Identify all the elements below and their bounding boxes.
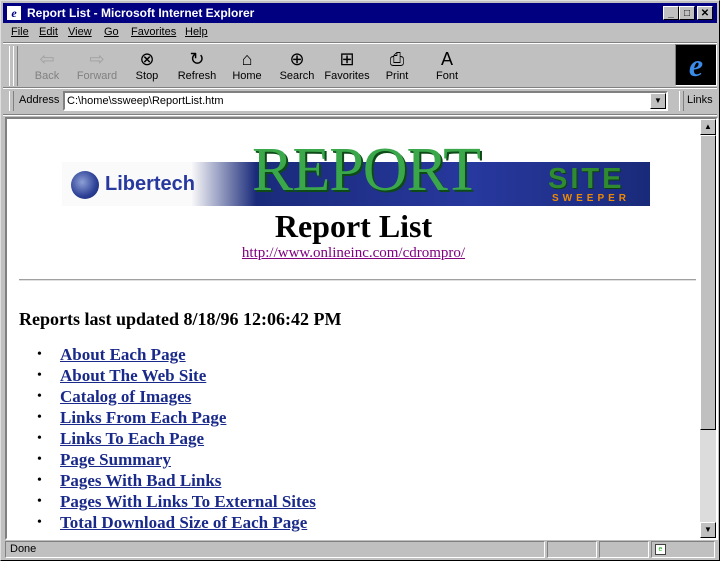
report-link-links-to[interactable]: Links To Each Page xyxy=(60,429,204,449)
status-bar: Done e xyxy=(3,541,717,558)
menu-edit[interactable]: Edit xyxy=(39,26,58,38)
report-link-about-web-site[interactable]: About The Web Site xyxy=(60,366,206,386)
menu-favorites[interactable]: Favorites xyxy=(131,26,176,38)
refresh-button[interactable]: ↻ Refresh xyxy=(171,48,223,86)
standard-toolbar: ⇦ Back ⇨ Forward ⊗ Stop ↻ Refresh ⌂ Home… xyxy=(3,44,717,88)
menu-go[interactable]: Go xyxy=(104,26,119,38)
report-link-bad-links[interactable]: Pages With Bad Links xyxy=(60,471,221,491)
forward-button[interactable]: ⇨ Forward xyxy=(71,48,123,86)
bullet-icon: • xyxy=(37,494,42,509)
last-updated-text: Reports last updated 8/18/96 12:06:42 PM xyxy=(19,309,342,329)
address-input[interactable] xyxy=(67,94,647,108)
ie-logo: e xyxy=(675,44,717,86)
vertical-scrollbar[interactable]: ▲ ▼ xyxy=(700,119,716,538)
bullet-icon: • xyxy=(37,473,42,488)
local-zone-icon: e xyxy=(655,544,666,555)
favorites-button[interactable]: ⊞ Favorites xyxy=(321,48,373,86)
bullet-icon: • xyxy=(37,368,42,383)
web-page: Libertech REPORT SITE SWEEPER Report Lis… xyxy=(7,119,700,538)
bullet-icon: • xyxy=(37,452,42,467)
title-bar[interactable]: e Report List - Microsoft Internet Explo… xyxy=(3,3,717,23)
report-link-links-from[interactable]: Links From Each Page xyxy=(60,408,226,428)
browser-window: e Report List - Microsoft Internet Explo… xyxy=(0,0,720,561)
stop-icon: ⊗ xyxy=(139,49,155,69)
menu-help[interactable]: Help xyxy=(185,26,208,38)
bullet-icon: • xyxy=(37,515,42,530)
menu-bar: File Edit View Go Favorites Help xyxy=(3,24,717,42)
home-icon: ⌂ xyxy=(241,49,253,69)
home-button[interactable]: ⌂ Home xyxy=(221,48,273,86)
address-label: Address xyxy=(19,94,60,106)
report-link-page-summary[interactable]: Page Summary xyxy=(60,450,171,470)
back-arrow-icon: ⇦ xyxy=(39,49,55,69)
banner-report-word: REPORT xyxy=(252,136,481,204)
horizontal-rule xyxy=(19,279,696,281)
maximize-button[interactable]: □ xyxy=(679,6,695,20)
address-dropdown-button[interactable]: ▼ xyxy=(650,93,666,109)
links-grip[interactable] xyxy=(679,91,684,111)
scroll-down-button[interactable]: ▼ xyxy=(700,522,716,538)
font-button[interactable]: A Font xyxy=(421,48,473,86)
site-url-link[interactable]: http://www.onlineinc.com/cdrompro/ xyxy=(242,245,465,261)
address-bar: Address ▼ Links xyxy=(3,89,717,113)
scroll-thumb[interactable] xyxy=(700,135,716,430)
status-progress-panel xyxy=(547,541,597,558)
scroll-up-button[interactable]: ▲ xyxy=(700,119,716,135)
links-button[interactable]: Links xyxy=(687,94,713,106)
ie-logo-icon: e xyxy=(688,47,704,83)
search-icon: ⊕ xyxy=(289,49,305,69)
favorites-folder-icon: ⊞ xyxy=(339,49,355,69)
bullet-icon: • xyxy=(37,431,42,446)
address-field[interactable]: ▼ xyxy=(63,91,668,111)
status-zone-panel: e xyxy=(651,541,715,558)
ie-page-icon[interactable]: e xyxy=(7,6,21,20)
font-icon: A xyxy=(440,49,453,69)
status-text: Done xyxy=(10,543,37,555)
menu-file[interactable]: File xyxy=(11,26,29,38)
minimize-button[interactable]: _ xyxy=(663,6,679,20)
address-grip[interactable] xyxy=(9,91,14,111)
status-secure-panel xyxy=(599,541,649,558)
forward-arrow-icon: ⇨ xyxy=(89,49,105,69)
report-link-catalog-images[interactable]: Catalog of Images xyxy=(60,387,191,407)
report-link-download-size[interactable]: Total Download Size of Each Page xyxy=(60,513,307,533)
bullet-icon: • xyxy=(37,410,42,425)
content-area: Libertech REPORT SITE SWEEPER Report Lis… xyxy=(5,117,718,540)
back-button[interactable]: ⇦ Back xyxy=(21,48,73,86)
toolbar-grip-2[interactable] xyxy=(13,46,18,86)
libertech-logo-icon xyxy=(71,171,99,199)
banner-brand-bottom: SWEEPER xyxy=(552,193,631,204)
report-link-about-each-page[interactable]: About Each Page xyxy=(60,345,186,365)
refresh-icon: ↻ xyxy=(189,49,205,69)
address-divider xyxy=(3,114,717,116)
menu-view[interactable]: View xyxy=(68,26,92,38)
window-title: Report List - Microsoft Internet Explore… xyxy=(27,6,255,20)
print-icon: ⎙ xyxy=(389,49,405,69)
close-button[interactable]: ✕ xyxy=(697,6,713,20)
page-title: Report List xyxy=(274,208,433,244)
bullet-icon: • xyxy=(37,347,42,362)
status-panel: Done xyxy=(5,541,545,558)
stop-button[interactable]: ⊗ Stop xyxy=(121,48,173,86)
search-button[interactable]: ⊕ Search xyxy=(271,48,323,86)
banner-brand-top: SITE xyxy=(548,163,625,195)
site-url: http://www.onlineinc.com/cdrompro/ xyxy=(7,245,700,262)
bullet-icon: • xyxy=(37,389,42,404)
report-banner: Libertech REPORT SITE SWEEPER xyxy=(62,134,650,206)
report-link-external-sites[interactable]: Pages With Links To External Sites xyxy=(60,492,316,512)
banner-company: Libertech xyxy=(105,173,196,195)
print-button[interactable]: ⎙ Print xyxy=(371,48,423,86)
